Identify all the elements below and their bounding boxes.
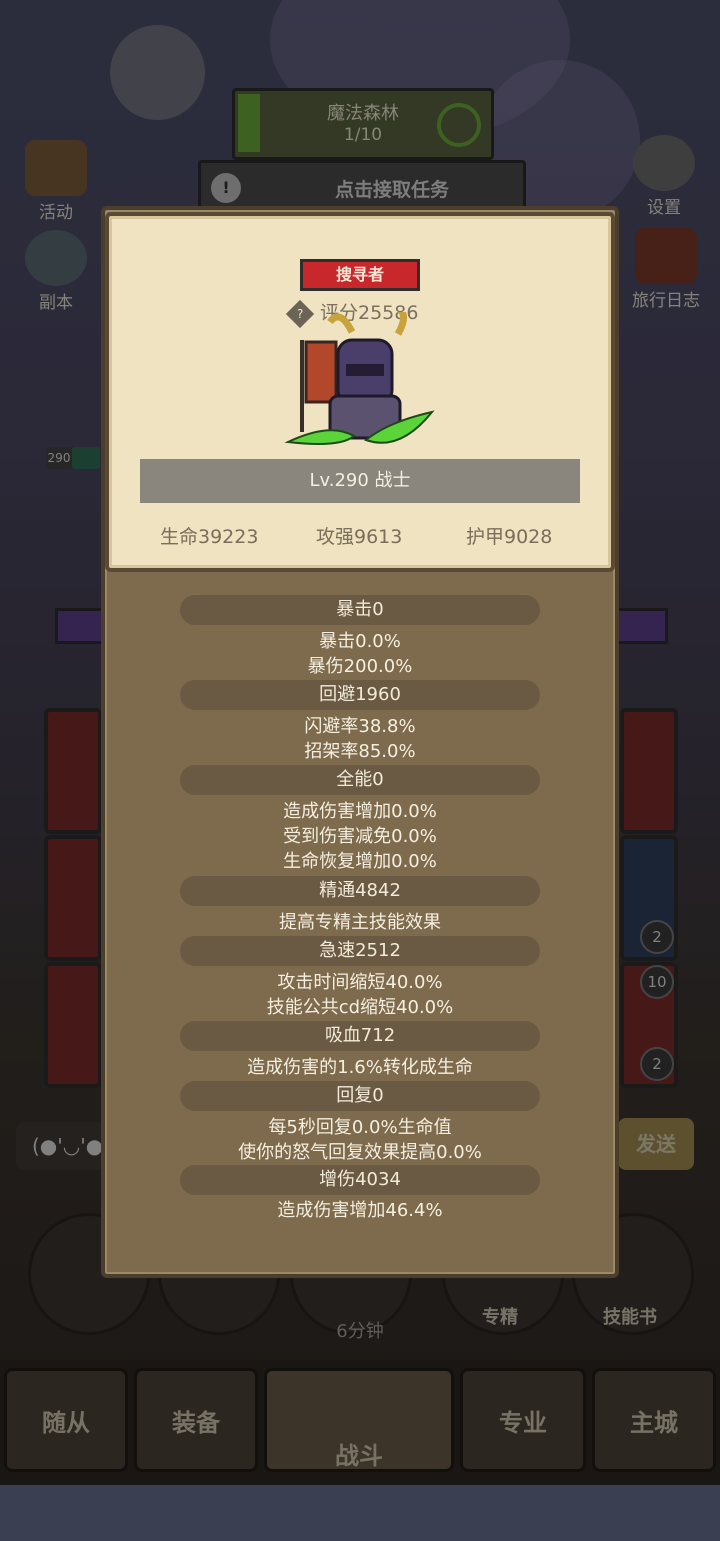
- stat-line: 暴击0.0%: [319, 631, 401, 652]
- warrior-portrait: [284, 312, 435, 445]
- stat-line: 造成伤害增加0.0%: [283, 801, 437, 822]
- stat-header-crit: 暴击0: [180, 595, 540, 625]
- stat-line: 攻击时间缩短40.0%: [277, 972, 443, 993]
- stat-line: 造成伤害增加46.4%: [277, 1200, 443, 1221]
- stat-line: 暴伤200.0%: [307, 656, 413, 677]
- stat-line: 生命恢复增加0.0%: [283, 851, 437, 872]
- stat-header-versatility: 全能0: [180, 765, 540, 795]
- stat-header-mastery: 精通4842: [180, 876, 540, 906]
- title-badge: 搜寻者: [300, 259, 420, 291]
- stat-line: 闪避率38.8%: [304, 716, 416, 737]
- stat-header-dodge: 回避1960: [180, 680, 540, 710]
- stat-line: 使你的怒气回复效果提高0.0%: [238, 1142, 482, 1163]
- stat-line: 受到伤害减免0.0%: [283, 826, 437, 847]
- stat-header-regen: 回复0: [180, 1081, 540, 1111]
- stat-line: 招架率85.0%: [304, 741, 416, 762]
- hp-stat: 生命39223: [160, 526, 259, 548]
- stat-header-damage-bonus: 增伤4034: [180, 1165, 540, 1195]
- attack-stat: 攻强9613: [316, 526, 403, 548]
- level-class-bar: Lv.290 战士: [140, 459, 580, 503]
- armor-stat: 护甲9028: [466, 526, 553, 548]
- stat-line: 技能公共cd缩短40.0%: [266, 997, 454, 1018]
- stat-line: 造成伤害的1.6%转化成生命: [247, 1057, 473, 1078]
- stat-header-haste: 急速2512: [180, 936, 540, 966]
- stat-header-lifesteal: 吸血712: [180, 1021, 540, 1051]
- stat-line: 提高专精主技能效果: [279, 912, 441, 933]
- stat-line: 每5秒回复0.0%生命值: [268, 1117, 452, 1138]
